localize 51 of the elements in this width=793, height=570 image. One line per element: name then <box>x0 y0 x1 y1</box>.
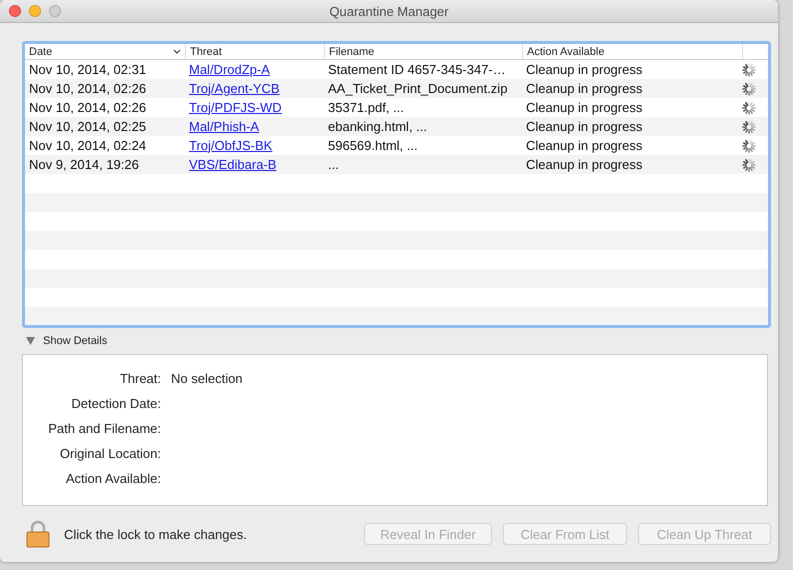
filename-cell-text: 596569.html, ... <box>327 138 419 153</box>
table-row[interactable]: Nov 10, 2014, 02:26 Troj/Agent-YCB AA_Ticket_Print_Document.zip Cleanup in progress <box>25 79 768 98</box>
spinner-icon <box>742 138 756 152</box>
filename-cell-text: ... <box>327 157 340 172</box>
action-cell-text: Cleanup in progress <box>525 81 644 96</box>
field-label: Path and Filename: <box>47 421 161 437</box>
spinner-icon <box>742 82 756 96</box>
field-label: Original Location: <box>58 446 161 462</box>
threat-link[interactable]: VBS/Edibara-B <box>185 156 276 172</box>
spinner-icon <box>742 62 756 76</box>
close-button[interactable] <box>9 5 21 17</box>
spinner-icon <box>742 158 756 172</box>
window-title: Quarantine Manager <box>329 4 449 18</box>
date-cell-text: Nov 10, 2014, 02:25 <box>28 119 148 134</box>
action-cell-text: Cleanup in progress <box>525 62 644 77</box>
field-label: Action Available: <box>64 471 161 487</box>
column-header[interactable]: Action Available <box>522 44 742 59</box>
filename-cell-text: Statement ID 4657-345-347-… <box>327 62 507 77</box>
lock-icon[interactable] <box>26 520 50 548</box>
action-cell-text: Cleanup in progress <box>525 138 644 153</box>
column-header[interactable]: Threat <box>185 44 324 59</box>
threat-link[interactable]: Troj/Agent-YCB <box>185 80 280 96</box>
column-header[interactable]: Date <box>25 44 185 59</box>
spinner-icon <box>742 120 756 134</box>
action-cell-text: Cleanup in progress <box>525 100 644 115</box>
field-label: Detection Date: <box>70 396 161 412</box>
threat-link[interactable]: Mal/DrodZp-A <box>185 62 270 76</box>
field-value: No selection <box>171 371 244 387</box>
disclosure-triangle-icon[interactable] <box>26 337 35 345</box>
show-details-label[interactable]: Show Details <box>43 335 108 347</box>
date-cell-text: Nov 10, 2014, 02:24 <box>28 138 148 153</box>
field-label: Threat: <box>118 371 161 387</box>
date-cell-text: Nov 10, 2014, 02:26 <box>28 81 148 96</box>
filename-cell-text: 35371.pdf, ... <box>327 100 405 115</box>
filename-cell-text: ebanking.html, ... <box>327 119 428 134</box>
action-cell-text: Cleanup in progress <box>525 119 644 134</box>
date-cell-text: Nov 9, 2014, 19:26 <box>28 157 140 172</box>
table-row[interactable]: Nov 9, 2014, 19:26 VBS/Edibara-B ... Cleanup in progress <box>25 155 768 174</box>
threat-link[interactable]: Troj/ObfJS-BK <box>185 138 272 152</box>
date-cell-text: Nov 10, 2014, 02:31 <box>28 62 148 77</box>
zoom-button[interactable] <box>49 5 61 17</box>
spinner-icon <box>742 100 756 114</box>
lock-message: Click the lock to make changes. <box>64 526 248 542</box>
action-cell-text: Cleanup in progress <box>525 157 644 172</box>
filename-cell-text: AA_Ticket_Print_Document.zip <box>327 81 508 96</box>
table-row[interactable]: Nov 10, 2014, 02:25 Mal/Phish-A ebanking.html, ... Cleanup in progress <box>25 117 768 136</box>
date-cell-text: Nov 10, 2014, 02:26 <box>28 100 148 115</box>
threat-link[interactable]: Mal/Phish-A <box>185 118 260 134</box>
column-header[interactable]: Filename <box>324 44 522 59</box>
threat-link[interactable]: Troj/PDFJS-WD <box>185 100 282 114</box>
minimize-button[interactable] <box>29 5 41 17</box>
